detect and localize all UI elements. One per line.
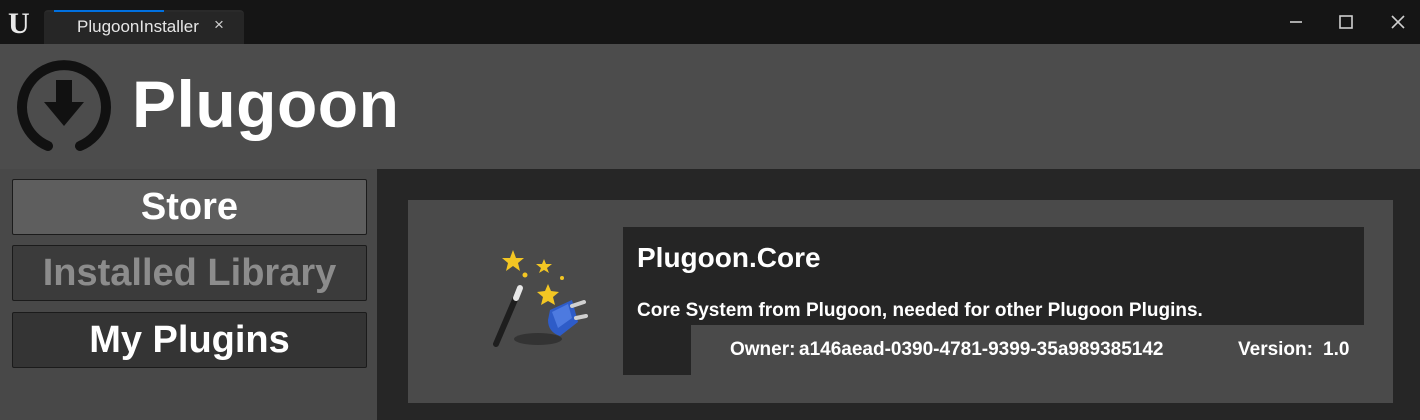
plugin-name: Plugoon.Core [637,242,821,273]
owner-label: Owner: [730,339,796,360]
tab-close-icon[interactable]: × [214,15,224,35]
plugin-card[interactable]: Plugoon.Core Core System from Plugoon, n… [408,200,1393,403]
minimize-icon[interactable] [1282,8,1310,36]
store-button[interactable]: Store [12,179,367,235]
content-panel: Plugoon.Core Core System from Plugoon, n… [377,169,1420,420]
tab-title: PlugoonInstaller [77,17,199,36]
close-window-icon[interactable] [1384,8,1412,36]
plugin-info-box-tail [623,325,691,375]
magic-wand-plug-icon [493,250,588,347]
maximize-icon[interactable] [1332,8,1360,36]
version-value: 1.0 [1323,339,1350,360]
app-header: Plugoon [0,44,1420,169]
title-bar: U PlugoonInstaller × [0,0,1420,44]
owner-value: a146aead-0390-4781-9399-35a989385142 [799,339,1164,360]
main-area: Plugoon Store Installed Library My Plugi… [0,44,1420,420]
tab-active-indicator [54,10,164,12]
installed-library-button[interactable]: Installed Library [12,245,367,301]
download-circle-icon [17,60,111,151]
version-label: Version: [1238,339,1313,360]
plugin-description: Core System from Plugoon, needed for oth… [637,300,1203,321]
my-plugins-button[interactable]: My Plugins [12,312,367,368]
svg-text:U: U [8,7,30,40]
sidebar: Store Installed Library My Plugins [0,169,377,420]
app-title: Plugoon [132,67,400,141]
unreal-logo-icon: U [8,7,30,40]
